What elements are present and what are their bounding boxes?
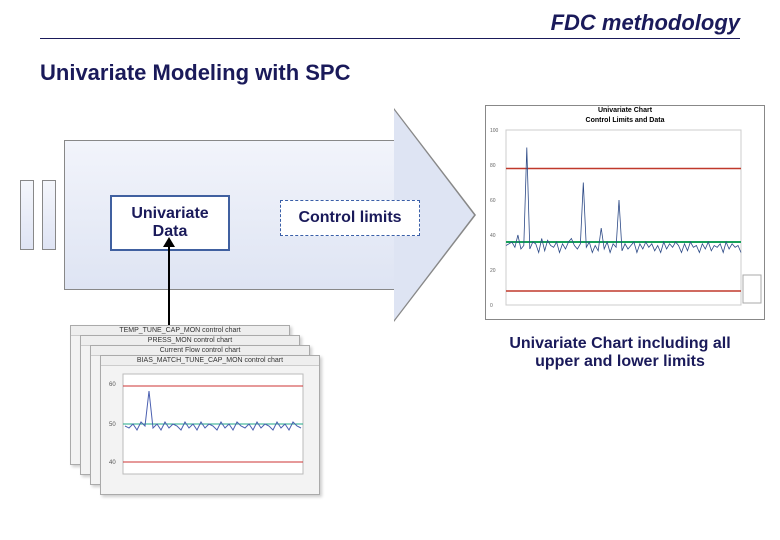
svg-text:60: 60 [109, 382, 116, 388]
svg-text:0: 0 [490, 303, 493, 309]
mini-chart-title: BIAS_MATCH_TUNE_CAP_MON control chart [101, 356, 319, 366]
mini-chart-stack: TEMP_TUNE_CAP_MON control chart PRESS_MO… [70, 325, 320, 500]
svg-text:40: 40 [109, 460, 116, 466]
svg-text:80: 80 [490, 163, 496, 169]
chart-caption: Univariate Chart including all upper and… [490, 335, 750, 371]
svg-text:50: 50 [109, 422, 116, 428]
big-chart-title-1: Univariate Chart [486, 106, 764, 116]
big-chart-plot: 0 20 40 60 80 100 [486, 125, 764, 320]
page-header: FDC methodology [40, 10, 740, 39]
connector-arrow-up [168, 245, 170, 325]
univariate-chart: Univariate Chart Control Limits and Data… [485, 105, 765, 320]
control-limits-box: Control limits [280, 200, 420, 236]
arrow-segment [20, 180, 34, 250]
svg-text:100: 100 [490, 128, 499, 134]
svg-text:40: 40 [490, 233, 496, 239]
section-title: Univariate Modeling with SPC [40, 60, 350, 86]
svg-text:60: 60 [490, 198, 496, 204]
mini-chart: BIAS_MATCH_TUNE_CAP_MON control chart 50… [100, 355, 320, 495]
mini-chart-plot: 50 60 40 [101, 366, 319, 492]
svg-text:20: 20 [490, 268, 496, 274]
big-chart-title-2: Control Limits and Data [486, 116, 764, 126]
arrow-segment [42, 180, 56, 250]
